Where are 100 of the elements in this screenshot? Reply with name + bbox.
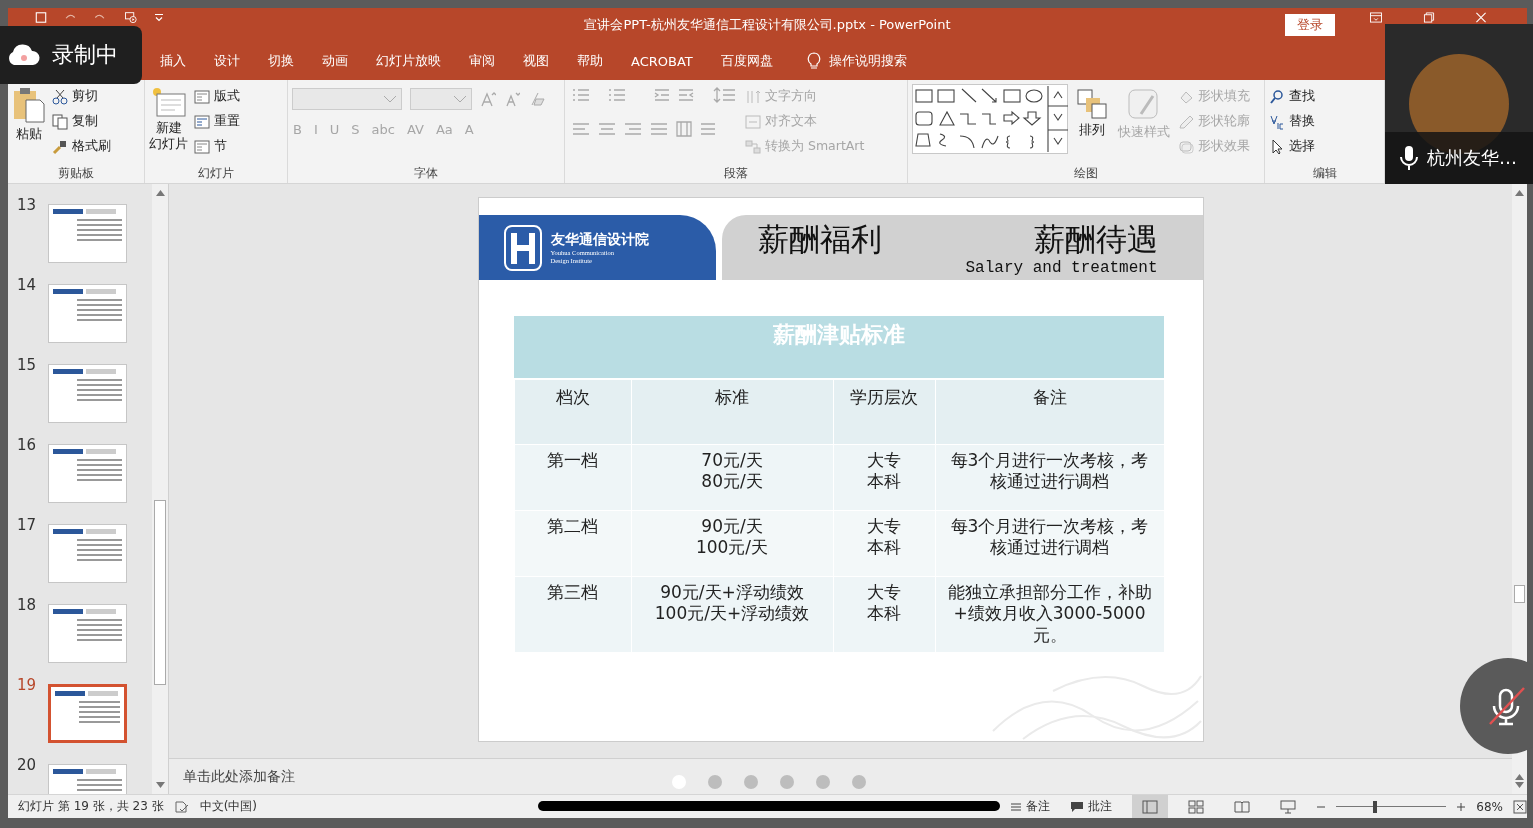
notes-placeholder[interactable]: 单击此处添加备注 xyxy=(183,767,295,786)
logo-icon xyxy=(502,223,543,272)
paint-bucket-icon xyxy=(1178,89,1194,104)
table-title: 薪酬津贴标准 xyxy=(513,316,1164,378)
ribbon-tab[interactable]: 百度网盘 xyxy=(706,42,787,80)
slide-thumbnail[interactable] xyxy=(48,284,127,343)
replace-icon xyxy=(1269,113,1285,130)
slide-thumbnail[interactable] xyxy=(48,604,127,663)
microphone-icon xyxy=(1399,145,1419,171)
slide-number: 20 xyxy=(15,756,36,774)
scroll-thumb[interactable] xyxy=(1514,585,1525,603)
scissors-icon xyxy=(52,88,68,105)
comment-icon xyxy=(1070,800,1085,813)
group-label: 段落 xyxy=(723,165,749,182)
paintbrush-icon xyxy=(52,138,68,155)
section-icon xyxy=(194,139,210,154)
scroll-thumb[interactable] xyxy=(154,500,166,685)
slideshow-icon[interactable] xyxy=(122,12,140,23)
fit-slide-icon[interactable] xyxy=(1513,799,1527,814)
slide-thumbnail[interactable] xyxy=(48,364,127,423)
comments-button[interactable]: 批注 xyxy=(1070,798,1113,815)
slide-number: 13 xyxy=(15,196,36,214)
lightbulb-icon xyxy=(806,52,821,70)
replace-button[interactable]: 替换 xyxy=(1269,111,1315,132)
slide-number: 14 xyxy=(15,276,36,294)
table-cell: 大专本科 xyxy=(832,576,935,652)
ribbon-tab[interactable]: 帮助 xyxy=(563,42,617,80)
smartart-icon xyxy=(745,139,761,154)
table-cell: 第三档 xyxy=(513,576,631,652)
slide-thumbnail[interactable] xyxy=(48,444,127,503)
cursor-icon xyxy=(1269,138,1285,155)
notes-button[interactable]: 备注 xyxy=(1010,798,1051,815)
ribbon-tab[interactable]: 切换 xyxy=(254,42,308,80)
ribbon-tab[interactable]: 视图 xyxy=(509,42,563,80)
logo-text: 友华通信设计院 xyxy=(550,231,649,250)
ribbon-display-icon[interactable] xyxy=(1369,12,1383,23)
slide-count: 幻灯片 第 19 张，共 23 张 xyxy=(18,798,164,815)
spell-check-icon[interactable] xyxy=(173,799,190,814)
window-title: 宣讲会PPT-杭州友华通信工程设计有限公司.pptx - PowerPoint xyxy=(584,16,951,34)
arrange-button[interactable]: 排列 xyxy=(1074,84,1110,139)
text-direction-icon xyxy=(745,89,761,104)
recording-label: 录制中 xyxy=(52,41,118,69)
table-cell: 70元/天 80元/天 xyxy=(630,444,833,510)
scroll-up-icon[interactable] xyxy=(155,190,165,196)
new-slide-icon xyxy=(150,86,187,118)
ribbon-tab[interactable]: 动画 xyxy=(308,42,362,80)
new-slide-button[interactable]: 新建 幻灯片 xyxy=(149,84,188,152)
select-button[interactable]: 选择 xyxy=(1269,136,1315,157)
cut-button[interactable]: 剪切 xyxy=(52,86,111,107)
column-header: 标准 xyxy=(630,378,833,444)
ribbon-tab[interactable]: 幻灯片放映 xyxy=(362,42,455,80)
reset-button[interactable]: 重置 xyxy=(194,111,240,132)
paste-button[interactable]: 粘贴 xyxy=(12,84,46,143)
slide-number: 16 xyxy=(15,436,36,454)
login-button[interactable]: 登录 xyxy=(1285,14,1335,36)
table-cell: 大专本科 xyxy=(832,510,935,576)
layout-button[interactable]: 版式 xyxy=(194,86,240,107)
slide-number: 18 xyxy=(15,596,36,614)
column-header: 档次 xyxy=(513,378,631,444)
book-icon xyxy=(1234,799,1251,814)
close-icon[interactable] xyxy=(1475,12,1487,23)
copy-button[interactable]: 复制 xyxy=(52,111,111,132)
find-button[interactable]: 查找 xyxy=(1269,86,1315,107)
reset-icon xyxy=(194,114,210,129)
notes-icon xyxy=(1010,801,1023,812)
scroll-down-icon[interactable] xyxy=(155,782,165,788)
group-label: 字体 xyxy=(413,165,439,182)
presentation-icon xyxy=(1280,799,1297,814)
table-cell: 每3个月进行一次考核，考核通过进行调档 xyxy=(934,510,1164,576)
ribbon-tab[interactable]: ACROBAT xyxy=(617,42,707,80)
save-icon[interactable] xyxy=(34,12,48,23)
zoom-level[interactable]: 68% xyxy=(1476,799,1503,814)
scrollbar[interactable] xyxy=(152,184,168,794)
group-label: 剪贴板 xyxy=(57,165,95,182)
slide-thumbnail[interactable] xyxy=(48,524,127,583)
slide-title: 薪酬福利 xyxy=(757,220,882,259)
language-indicator[interactable]: 中文(中国) xyxy=(199,798,257,815)
quick-styles-icon xyxy=(1127,88,1161,122)
page-arrows-icon[interactable] xyxy=(1515,774,1524,788)
tell-me-search[interactable]: 操作说明搜索 xyxy=(828,52,907,70)
pencil-icon xyxy=(1178,114,1194,129)
shape-effects-icon xyxy=(1178,139,1194,154)
slide-thumbnail[interactable] xyxy=(48,204,127,263)
ribbon-tab[interactable]: 设计 xyxy=(200,42,254,80)
copy-icon xyxy=(52,113,68,130)
format-painter-button[interactable]: 格式刷 xyxy=(52,136,111,157)
customize-caret-icon[interactable] xyxy=(154,12,164,23)
section-button[interactable]: 节 xyxy=(194,136,240,157)
zoom-in-icon[interactable] xyxy=(1456,801,1467,812)
scroll-up-icon[interactable] xyxy=(1515,190,1524,196)
ribbon-tab[interactable]: 审阅 xyxy=(455,42,509,80)
group-label: 幻灯片 xyxy=(197,165,235,182)
arrange-icon xyxy=(1076,88,1108,120)
ribbon-tab[interactable]: 插入 xyxy=(146,42,200,80)
shapes-gallery[interactable] xyxy=(912,84,1068,154)
table-cell: 能独立承担部分工作，补助+绩效月收入3000-5000元。 xyxy=(934,576,1164,652)
normal-view-button[interactable] xyxy=(1132,795,1169,818)
restore-icon[interactable] xyxy=(1423,12,1435,23)
slide-thumbnail[interactable] xyxy=(48,684,127,743)
table-cell: 每3个月进行一次考核，考核通过进行调档 xyxy=(934,444,1164,510)
